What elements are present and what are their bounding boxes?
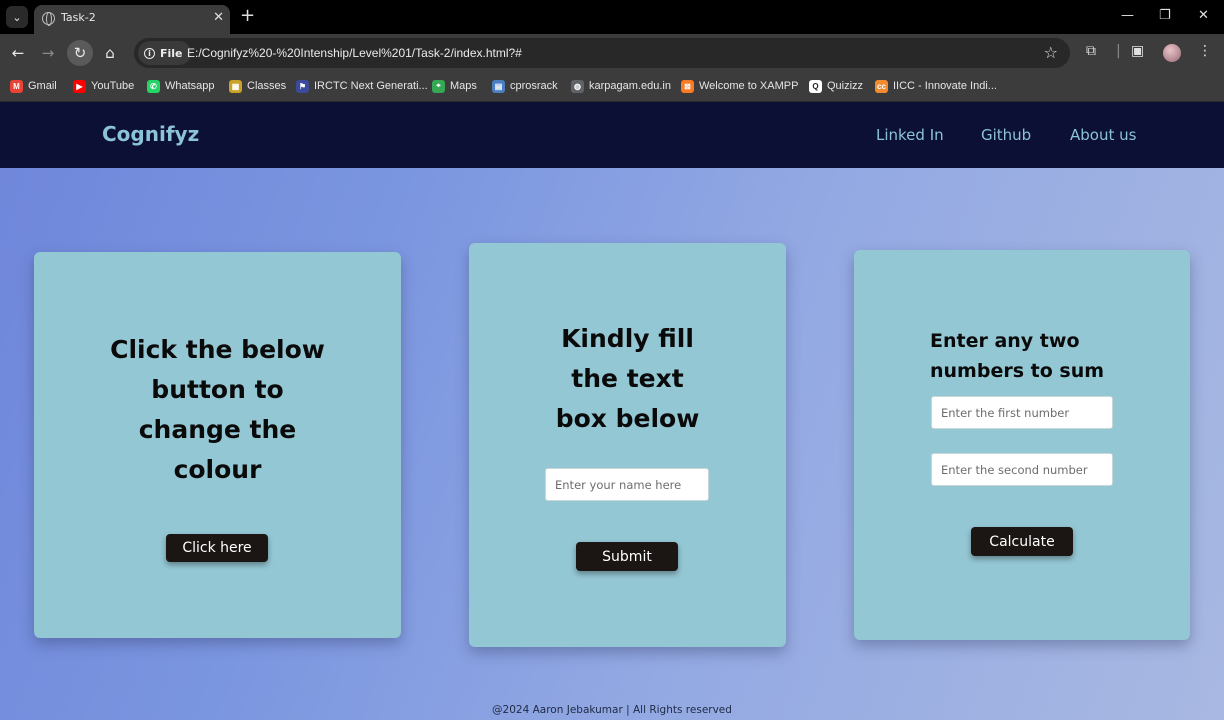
home-icon[interactable]: ⌂ (99, 42, 121, 64)
extensions-puzzle-icon[interactable]: ⧉ (1086, 43, 1096, 59)
bookmark-favicon-icon: ◍ (571, 79, 584, 93)
tab-search-button[interactable]: ⌄ (6, 6, 28, 28)
info-icon: i (144, 47, 155, 59)
chevron-down-icon: ⌄ (12, 10, 22, 24)
color-card-heading: Click the below button to change the col… (34, 330, 401, 490)
bookmark-favicon-icon: Q (809, 79, 822, 93)
click-here-button[interactable]: Click here (166, 534, 268, 562)
url-text[interactable]: E:/Cognifyz%20-%20Intenship/Level%201/Ta… (187, 46, 522, 60)
submit-button[interactable]: Submit (576, 542, 678, 571)
heading-line: Enter any two (930, 330, 1080, 352)
menu-kebab-icon[interactable]: ⋮ (1198, 43, 1212, 59)
profile-avatar[interactable] (1163, 44, 1181, 62)
bookmark-favicon-icon: ⊠ (681, 79, 694, 93)
bookmark-label: Whatsapp (165, 80, 215, 92)
bookmark-label: YouTube (91, 80, 135, 92)
second-number-input[interactable] (931, 453, 1113, 486)
heading-line: box below (555, 404, 700, 433)
bookmark-item[interactable]: M Gmail (10, 78, 57, 94)
bookmark-item[interactable]: ◍ karpagam.edu.in (571, 78, 671, 94)
bookmark-label: IICC - Innovate Indi... (893, 80, 997, 92)
bookmark-label: karpagam.edu.in (589, 80, 671, 92)
name-card-heading: Kindly fill the text box below (469, 319, 786, 439)
sum-card-heading: Enter any two numbers to sum (930, 326, 1190, 386)
bookmark-item[interactable]: ▶ YouTube (73, 78, 134, 94)
bookmark-favicon-icon: cc (875, 79, 888, 93)
bookmark-item[interactable]: Q Quizizz (809, 78, 863, 94)
forward-arrow-icon[interactable]: → (37, 42, 59, 64)
bookmark-label: IRCTC Next Generati... (314, 80, 428, 92)
color-change-card: Click the below button to change the col… (34, 252, 401, 638)
heading-line: button to (151, 375, 284, 404)
address-bar[interactable]: i File E:/Cognifyz%20-%20Intenship/Level… (134, 38, 1070, 68)
first-number-input[interactable] (931, 396, 1113, 429)
back-arrow-icon[interactable]: ← (7, 42, 29, 64)
bookmark-favicon-icon: ▦ (229, 79, 242, 93)
heading-line: Click the below (110, 335, 325, 364)
heading-line: Kindly fill (561, 324, 694, 353)
bookmark-item[interactable]: ⚑ IRCTC Next Generati... (296, 78, 428, 94)
tab-title: Task-2 (61, 11, 96, 24)
browser-tab-active[interactable]: Task-2 ✕ (34, 5, 230, 34)
nav-link-about-us[interactable]: About us (1070, 126, 1136, 144)
bookmark-favicon-icon: ⌖ (432, 79, 445, 93)
bookmark-label: Gmail (28, 80, 57, 92)
nav-link-github[interactable]: Github (981, 126, 1031, 144)
bookmark-item[interactable]: ▤ cprosrack (492, 78, 558, 94)
bookmark-favicon-icon: M (10, 79, 23, 93)
page-viewport: Cognifyz Linked In Github About us Click… (0, 102, 1224, 720)
bookmark-favicon-icon: ▶ (73, 79, 86, 93)
bookmark-item[interactable]: ⌖ Maps (432, 78, 477, 94)
name-entry-card: Kindly fill the text box below Submit (469, 243, 786, 647)
new-tab-button[interactable]: + (240, 6, 255, 26)
bookmark-item[interactable]: ⊠ Welcome to XAMPP (681, 78, 798, 94)
heading-line: change the (138, 415, 297, 444)
nav-link-linkedin[interactable]: Linked In (876, 126, 944, 144)
toolbar-divider: | (1116, 43, 1121, 59)
page-footer: @2024 Aaron Jebakumar | All Rights reser… (492, 704, 732, 716)
bookmark-item[interactable]: ✆ Whatsapp (147, 78, 215, 94)
bookmark-item[interactable]: cc IICC - Innovate Indi... (875, 78, 997, 94)
heading-line: numbers to sum (930, 360, 1105, 382)
bookmark-label: cprosrack (510, 80, 558, 92)
bookmark-label: Quizizz (827, 80, 864, 92)
bookmark-star-icon[interactable]: ☆ (1044, 43, 1058, 62)
browser-tabstrip: ⌄ Task-2 ✕ + — ❐ ✕ (0, 0, 1224, 34)
site-info-chip[interactable]: i File (138, 41, 191, 65)
heading-line: the text (571, 364, 684, 393)
site-header: Cognifyz Linked In Github About us (0, 102, 1224, 168)
minimize-window-icon[interactable]: — (1121, 8, 1134, 24)
bookmark-label: Welcome to XAMPP (699, 80, 799, 92)
bookmarks-bar: M Gmail ▶ YouTube ✆ Whatsapp ▦ Classes ⚑ IRCTC Ne… (0, 72, 1224, 102)
bookmark-item[interactable]: ▦ Classes (229, 78, 286, 94)
close-tab-icon[interactable]: ✕ (213, 10, 224, 25)
bookmark-label: Classes (247, 80, 287, 92)
file-chip-label: File (160, 46, 183, 60)
calculate-button[interactable]: Calculate (971, 527, 1073, 556)
sum-calculator-card: Enter any two numbers to sum Calculate (854, 250, 1190, 640)
globe-icon (42, 12, 55, 26)
restore-window-icon[interactable]: ❐ (1159, 8, 1171, 24)
side-panel-icon[interactable]: ▣ (1131, 43, 1144, 59)
close-window-icon[interactable]: ✕ (1198, 8, 1209, 24)
bookmark-favicon-icon: ✆ (147, 79, 160, 93)
name-input[interactable] (545, 468, 709, 501)
browser-toolbar: ← → ↻ ⌂ i File E:/Cognifyz%20-%20Intensh… (0, 34, 1224, 72)
heading-line: colour (173, 455, 262, 484)
bookmark-favicon-icon: ⚑ (296, 79, 309, 93)
bookmark-favicon-icon: ▤ (492, 79, 505, 93)
bookmark-label: Maps (450, 80, 477, 92)
brand-logo-text[interactable]: Cognifyz (102, 122, 199, 146)
reload-icon[interactable]: ↻ (69, 42, 91, 64)
